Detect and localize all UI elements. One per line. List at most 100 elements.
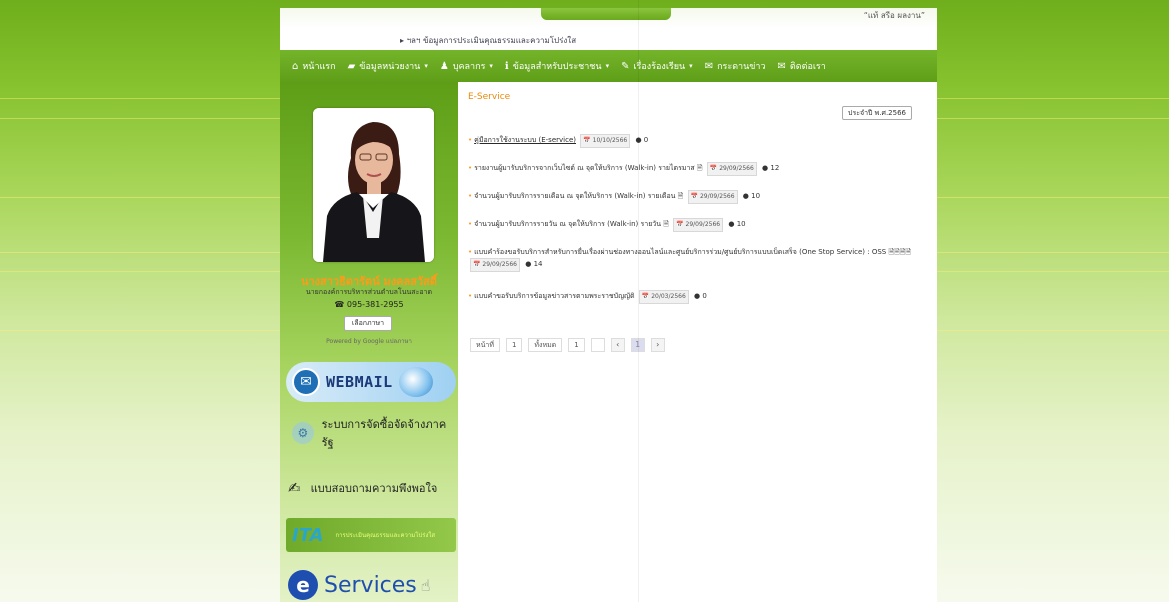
nav-label: กระดานข่าว	[717, 62, 766, 72]
e-logo-icon: e	[288, 570, 318, 600]
document-date: 20/03/2566	[651, 293, 686, 300]
top-strip: “แท้ สรีอ ผลงาน”	[280, 8, 937, 28]
sidebar: นางสาวธิดารัตน์ มงคลสวัสดิ์ นายกองค์การบ…	[280, 82, 458, 602]
webmail-label: WEBMAIL	[326, 373, 393, 391]
pagination: หน้าที่ 1 ทั้งหมด 1 ‹ 1 ›	[470, 338, 665, 352]
document-title[interactable]: แบบคำร้องขอรับบริการสำหรับการยื่นเรื่องผ…	[474, 248, 886, 256]
language-select-button[interactable]: เลือกภาษา	[344, 316, 392, 331]
executive-phone: ☎ 095-381-2955	[334, 300, 404, 309]
nav-label: เรื่องร้องเรียน	[633, 62, 686, 72]
document-item[interactable]: • รายงานผู้มารับบริการจากเว็บไซต์ ณ จุดให…	[468, 162, 928, 176]
top-tab	[541, 8, 671, 20]
next-page-button[interactable]: ›	[650, 338, 665, 352]
bullet-icon: •	[468, 164, 473, 172]
page-spacer	[590, 338, 605, 352]
nav-label: ติดต่อเรา	[789, 62, 826, 72]
document-title[interactable]: จำนวนผู้มารับบริการรายเดือน ณ จุดให้บริก…	[474, 192, 675, 200]
eservices-label: Services	[324, 572, 417, 598]
nav-item-complaints[interactable]: ✎ เรื่องร้องเรียน ▾	[621, 59, 693, 73]
ita-logo: ITA	[292, 524, 324, 546]
chevron-down-icon: ▾	[489, 62, 493, 70]
nav-item-home[interactable]: ⌂ หน้าแรก	[292, 59, 336, 73]
eservices-banner[interactable]: e Services ☝	[286, 568, 456, 602]
date-badge: 📅 10/10/2566	[580, 134, 631, 148]
nav-item-webboard[interactable]: ✉ กระดานข่าว	[705, 59, 766, 73]
document-date: 29/09/2566	[482, 261, 517, 268]
file-icon: 🗎🗎🗎🗎	[888, 248, 911, 256]
user-icon: ♟	[439, 60, 449, 72]
page-container: “แท้ สรีอ ผลงาน” ▸ ฯลฯ ข้อมูลการประเมินค…	[280, 8, 937, 602]
home-icon: ⌂	[292, 60, 299, 72]
procurement-banner[interactable]: ⚙ ระบบการจัดซื้อจัดจ้างภาครัฐ	[286, 418, 456, 449]
document-link[interactable]: คู่มือการใช้งานระบบ (E-service)	[474, 136, 576, 144]
survey-banner[interactable]: ✍ แบบสอบถามความพึงพอใจ	[286, 476, 456, 500]
nav-label: ข้อมูลสำหรับประชาชน	[512, 62, 602, 72]
procurement-logo-icon: ⚙	[292, 422, 314, 444]
view-count-value: 14	[533, 260, 543, 268]
view-count: ● 10	[742, 192, 761, 200]
webmail-banner[interactable]: ✉ WEBMAIL	[286, 362, 456, 402]
document-item[interactable]: • คู่มือการใช้งานระบบ (E-service) 📅 10/10…	[468, 134, 928, 148]
main-navbar: ⌂ หน้าแรก ▰ ข้อมูลหน่วยงาน ▾ ♟ บุคลากร ▾…	[280, 50, 937, 82]
info-icon: ℹ	[504, 60, 509, 72]
date-badge: 📅 29/09/2566	[706, 162, 757, 176]
news-ticker[interactable]: ▸ ฯลฯ ข้อมูลการประเมินคุณธรรมและความโปร่…	[400, 34, 576, 47]
file-icon: 🗎	[696, 164, 703, 172]
view-count-value: 0	[702, 292, 707, 300]
folder-icon: ▰	[347, 60, 356, 72]
view-count: ● 0	[694, 292, 707, 300]
translate-credit: Powered by Google แปลภาษา	[326, 338, 412, 345]
nav-label: หน้าแรก	[302, 62, 336, 72]
page-label: หน้าที่	[470, 338, 500, 352]
document-date: 10/10/2566	[592, 137, 628, 144]
nav-item-personnel[interactable]: ♟ บุคลากร ▾	[440, 59, 493, 73]
edit-icon: ✎	[621, 60, 630, 72]
document-title[interactable]: แบบคำขอรับบริการข้อมูลข่าวสารตามพระราชบั…	[474, 292, 634, 300]
ticker-text: ฯลฯ ข้อมูลการประเมินคุณธรรมและความโปร่งใ…	[406, 36, 577, 45]
nav-label: ข้อมูลหน่วยงาน	[359, 62, 421, 72]
chevron-down-icon: ▾	[605, 62, 610, 70]
page-number: 1	[505, 338, 523, 352]
pointer-hand-icon: ☝	[420, 575, 431, 595]
top-slogan: “แท้ สรีอ ผลงาน”	[863, 11, 925, 20]
nav-item-public-info[interactable]: ℹ ข้อมูลสำหรับประชาชน ▾	[505, 59, 609, 73]
document-item[interactable]: • แบบคำขอรับบริการข้อมูลข่าวสารตามพระราชบ…	[468, 290, 928, 304]
globe-icon	[398, 367, 433, 397]
procurement-label: ระบบการจัดซื้อจัดจ้างภาครัฐ	[321, 418, 447, 449]
view-count-value: 12	[770, 164, 780, 172]
view-count-value: 0	[643, 136, 649, 144]
survey-label: แบบสอบถามความพึงพอใจ	[310, 482, 438, 495]
executive-position: นายกองค์การบริหารส่วนตำบลโนนสะอาด	[305, 288, 433, 296]
total-label: ทั้งหมด	[528, 338, 563, 352]
view-count: ● 12	[762, 164, 780, 172]
date-badge: 📅 29/09/2566	[673, 218, 724, 232]
date-badge: 📅 29/09/2566	[687, 190, 738, 204]
document-item[interactable]: • แบบคำร้องขอรับบริการสำหรับการยื่นเรื่อง…	[468, 246, 928, 272]
nav-item-agency-info[interactable]: ▰ ข้อมูลหน่วยงาน ▾	[348, 59, 428, 73]
year-filter-button[interactable]: ประจำปี พ.ศ.2566	[842, 106, 912, 120]
nav-item-contact[interactable]: ✉ ติดต่อเรา	[778, 59, 826, 73]
bullet-icon: •	[468, 192, 473, 200]
file-icon: 🗎	[663, 220, 669, 228]
mail-icon: ✉	[777, 60, 786, 72]
date-badge: 📅 20/03/2566	[638, 290, 689, 304]
bullet-icon: •	[468, 292, 473, 300]
view-count: ● 14	[525, 260, 543, 268]
section-title: E-Service	[468, 92, 511, 102]
document-title[interactable]: รายงานผู้มารับบริการจากเว็บไซต์ ณ จุดให้…	[474, 164, 695, 172]
file-icon: 🗎	[677, 192, 684, 200]
nav-label: บุคลากร	[452, 62, 486, 72]
document-title[interactable]: จำนวนผู้มารับบริการรายวัน ณ จุดให้บริการ…	[474, 220, 661, 228]
bullet-icon: •	[468, 136, 473, 144]
total-pages: 1	[568, 338, 585, 352]
bullet-icon: •	[468, 220, 473, 228]
document-date: 29/09/2566	[719, 165, 754, 172]
ita-banner[interactable]: ITA การประเมินคุณธรรมและความโปร่งใส	[286, 518, 456, 552]
prev-page-button[interactable]: ‹	[610, 338, 625, 352]
document-date: 29/09/2566	[699, 193, 735, 200]
document-item[interactable]: • จำนวนผู้มารับบริการรายวัน ณ จุดให้บริกา…	[468, 218, 928, 232]
view-count-value: 10	[736, 220, 746, 228]
document-date: 29/09/2566	[685, 221, 721, 228]
document-item[interactable]: • จำนวนผู้มารับบริการรายเดือน ณ จุดให้บริ…	[468, 190, 928, 204]
portrait-image	[313, 108, 434, 262]
